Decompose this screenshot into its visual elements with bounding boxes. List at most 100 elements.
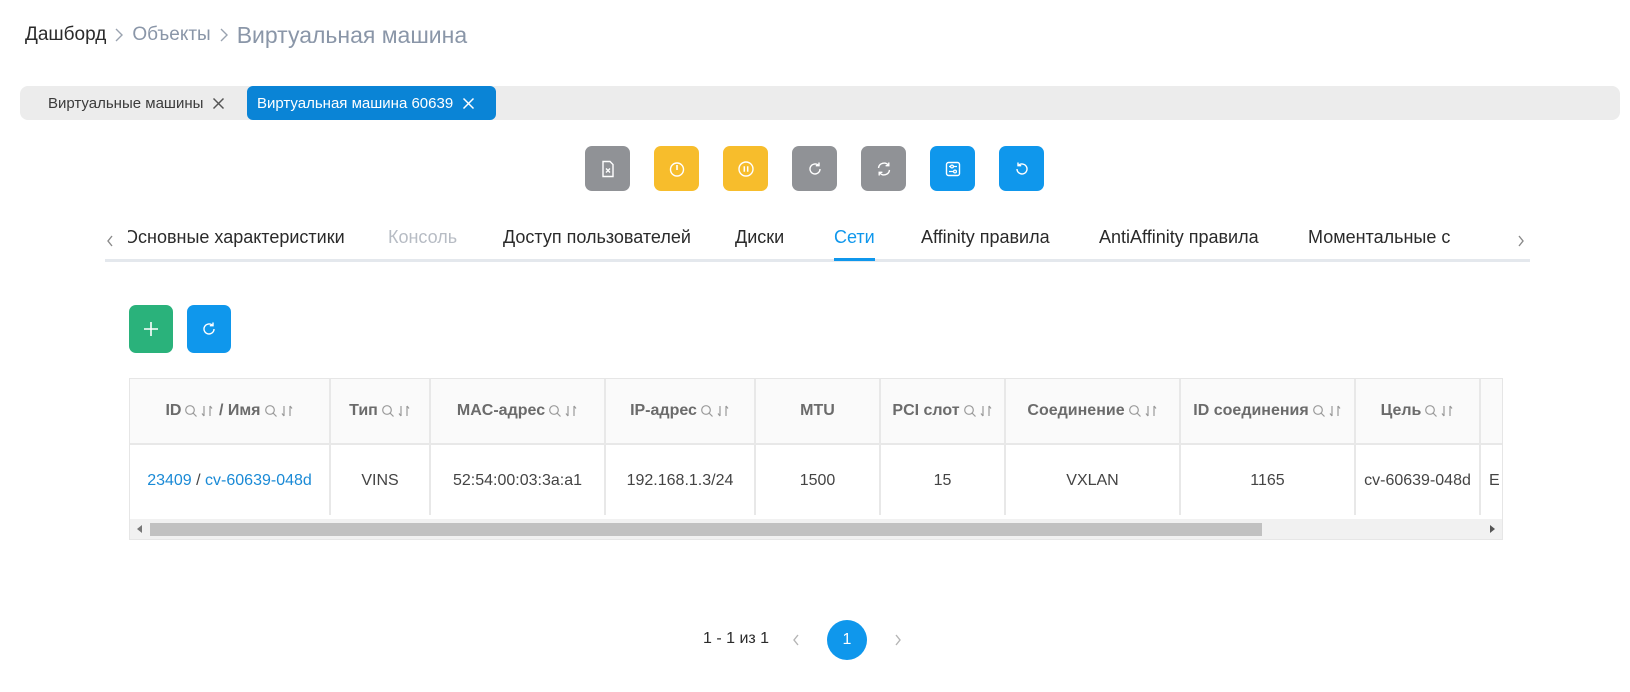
chevron-left-icon[interactable] bbox=[791, 632, 801, 648]
refresh-networks-button[interactable] bbox=[187, 305, 231, 353]
column-extra bbox=[1480, 379, 1502, 445]
cell-mtu: 1500 bbox=[755, 444, 881, 515]
pause-icon bbox=[737, 160, 754, 177]
delete-file-icon bbox=[601, 160, 614, 177]
column-label: Имя bbox=[227, 402, 261, 419]
search-icon[interactable] bbox=[1424, 404, 1438, 418]
sort-icon[interactable] bbox=[979, 404, 993, 418]
tab-networks[interactable]: Сети bbox=[834, 227, 875, 261]
search-icon[interactable] bbox=[264, 404, 278, 418]
open-tab-label: Виртуальные машины bbox=[48, 94, 204, 112]
scroll-left-icon[interactable] bbox=[135, 524, 145, 534]
sort-icon[interactable] bbox=[280, 404, 294, 418]
search-icon[interactable] bbox=[700, 404, 714, 418]
add-network-button[interactable] bbox=[129, 305, 173, 353]
chevron-right-icon[interactable] bbox=[893, 632, 903, 648]
column-ip[interactable]: IP-адрес bbox=[605, 379, 756, 445]
sort-icon[interactable] bbox=[564, 404, 578, 418]
search-icon[interactable] bbox=[1312, 404, 1326, 418]
cell-ip: 192.168.1.3/24 bbox=[605, 444, 756, 515]
pause-button[interactable] bbox=[723, 146, 768, 191]
column-connection-id[interactable]: ID соединения bbox=[1180, 379, 1356, 445]
tab-console: Консоль bbox=[388, 227, 458, 247]
sort-icon[interactable] bbox=[1440, 404, 1454, 418]
cell-connection-id: 1165 bbox=[1180, 444, 1356, 515]
reset-icon bbox=[877, 161, 890, 176]
close-icon[interactable] bbox=[462, 97, 475, 110]
network-id-link[interactable]: 23409 bbox=[147, 472, 192, 489]
open-tab-vm-60639[interactable]: Виртуальная машина 60639 bbox=[247, 86, 496, 120]
sort-icon[interactable] bbox=[716, 404, 730, 418]
scroll-right-icon[interactable] bbox=[1487, 524, 1497, 534]
sort-icon[interactable] bbox=[1144, 404, 1158, 418]
search-icon[interactable] bbox=[963, 404, 977, 418]
search-icon[interactable] bbox=[184, 404, 198, 418]
scrollbar-thumb[interactable] bbox=[150, 523, 1262, 536]
breadcrumb: Дашборд Объекты Виртуальная машина bbox=[25, 20, 467, 50]
tab-main-characteristics[interactable]: Основные характеристики bbox=[128, 227, 345, 248]
column-target[interactable]: Цель bbox=[1355, 379, 1481, 445]
column-label: Цель bbox=[1380, 402, 1422, 419]
search-icon[interactable] bbox=[1128, 404, 1142, 418]
column-mtu: MTU bbox=[755, 379, 881, 445]
network-name-link[interactable]: cv-60639-048d bbox=[205, 472, 312, 489]
refresh-icon bbox=[1015, 162, 1028, 175]
settings-button[interactable] bbox=[930, 146, 975, 191]
refresh-icon bbox=[203, 322, 215, 335]
tab-affinity-rules[interactable]: Affinity правила bbox=[921, 227, 1050, 248]
reset-button[interactable] bbox=[861, 146, 906, 191]
section-tabs: Основные характеристики Консоль Доступ п… bbox=[105, 222, 1530, 262]
search-icon[interactable] bbox=[381, 404, 395, 418]
chevron-right-icon[interactable] bbox=[1516, 233, 1526, 249]
sort-icon[interactable] bbox=[397, 404, 411, 418]
column-label: IP-адрес bbox=[630, 402, 697, 419]
open-tab-vm-list[interactable]: Виртуальные машины bbox=[48, 86, 225, 120]
page-button-current[interactable]: 1 bbox=[827, 620, 867, 660]
power-button[interactable] bbox=[654, 146, 699, 191]
delete-button[interactable] bbox=[585, 146, 630, 191]
id-name-separator: / bbox=[191, 471, 206, 489]
plus-icon bbox=[144, 322, 158, 336]
column-id-name[interactable]: ID / Имя bbox=[130, 379, 331, 445]
column-label: MAC-адрес bbox=[456, 402, 546, 419]
column-label: Тип bbox=[349, 402, 378, 419]
sort-icon[interactable] bbox=[200, 404, 214, 418]
table-row: 23409 / cv-60639-048d VINS 52:54:00:03:3… bbox=[130, 444, 1502, 515]
reboot-button[interactable] bbox=[792, 146, 837, 191]
cell-extra: E bbox=[1480, 444, 1502, 515]
open-tabs-bar: Виртуальные машины Виртуальная машина 60… bbox=[20, 86, 1620, 120]
vm-toolbar bbox=[585, 146, 1044, 191]
column-type[interactable]: Тип bbox=[330, 379, 431, 445]
reboot-icon bbox=[808, 162, 821, 175]
chevron-right-icon bbox=[106, 28, 132, 42]
settings-list-icon bbox=[945, 161, 960, 176]
horizontal-scrollbar[interactable] bbox=[130, 519, 1502, 539]
column-connection[interactable]: Соединение bbox=[1005, 379, 1181, 445]
column-label: MTU bbox=[800, 402, 835, 419]
networks-table: ID / Имя Тип MAC-адрес IP-адрес MTU PCI bbox=[129, 378, 1503, 540]
column-pci-slot[interactable]: PCI слот bbox=[880, 379, 1006, 445]
breadcrumb-dashboard[interactable]: Дашборд bbox=[25, 24, 106, 46]
chevron-right-icon bbox=[211, 28, 237, 42]
cell-mac: 52:54:00:03:3a:a1 bbox=[430, 444, 606, 515]
tab-user-access[interactable]: Доступ пользователей bbox=[503, 227, 691, 248]
cell-type: VINS bbox=[330, 444, 431, 515]
tab-snapshots[interactable]: Моментальные с bbox=[1308, 227, 1450, 248]
column-label: ID соединения bbox=[1193, 402, 1309, 419]
page-title: Виртуальная машина bbox=[236, 21, 468, 48]
column-label: / bbox=[218, 402, 224, 419]
search-icon[interactable] bbox=[548, 404, 562, 418]
cell-connection: VXLAN bbox=[1005, 444, 1181, 515]
power-icon bbox=[669, 161, 684, 177]
tab-disks[interactable]: Диски bbox=[735, 227, 784, 248]
column-mac[interactable]: MAC-адрес bbox=[430, 379, 606, 445]
tab-antiaffinity-rules[interactable]: AntiAffinity правила bbox=[1099, 227, 1259, 248]
close-icon[interactable] bbox=[212, 97, 225, 110]
refresh-button[interactable] bbox=[999, 146, 1044, 191]
sort-icon[interactable] bbox=[1328, 404, 1342, 418]
column-label: Соединение bbox=[1027, 402, 1125, 419]
breadcrumb-objects[interactable]: Объекты bbox=[132, 24, 210, 46]
cell-pci-slot: 15 bbox=[880, 444, 1006, 515]
chevron-left-icon[interactable] bbox=[105, 233, 115, 249]
pagination-info: 1 - 1 из 1 bbox=[703, 630, 770, 647]
